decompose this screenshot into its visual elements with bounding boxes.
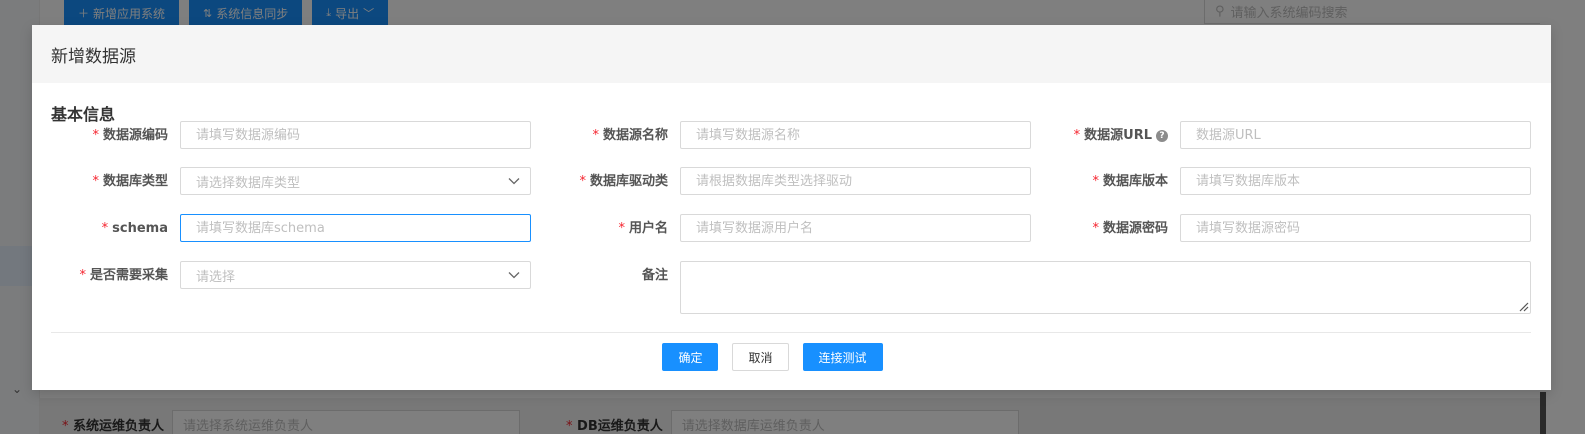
required-mark: * <box>592 128 599 143</box>
required-mark: * <box>1092 221 1099 236</box>
username-label-text: 用户名 <box>628 221 668 236</box>
url-input[interactable] <box>1180 121 1531 149</box>
schema-label: * schema <box>72 214 168 244</box>
required-mark: * <box>92 174 99 189</box>
modal-footer: 确定 取消 连接测试 <box>32 343 1551 371</box>
db-type-label: * 数据库类型 <box>72 167 168 197</box>
chevron-down-icon <box>508 178 520 185</box>
db-version-input[interactable] <box>1180 167 1531 195</box>
url-label-text: 数据源URL <box>1084 128 1152 143</box>
required-mark: * <box>101 221 109 236</box>
required-mark: * <box>1092 174 1099 189</box>
required-mark: * <box>579 174 586 189</box>
password-label: * 数据源密码 <box>1062 214 1168 244</box>
db-version-label: * 数据库版本 <box>1062 167 1168 197</box>
form-row-4: * 是否需要采集 请选择 备注 <box>32 261 1551 315</box>
required-mark: * <box>1073 128 1081 143</box>
db-type-label-text: 数据库类型 <box>102 174 168 189</box>
db-version-label-text: 数据库版本 <box>1102 174 1168 189</box>
name-input[interactable] <box>680 121 1031 149</box>
collect-select[interactable]: 请选择 <box>180 261 531 289</box>
remark-label-text: 备注 <box>641 268 668 283</box>
required-mark: * <box>79 268 86 283</box>
required-mark: * <box>618 221 625 236</box>
question-circle-icon[interactable]: ? <box>1156 130 1168 142</box>
modal-title: 新增数据源 <box>51 46 136 67</box>
username-label: * 用户名 <box>572 214 668 244</box>
cancel-button[interactable]: 取消 <box>732 343 789 371</box>
schema-input[interactable] <box>180 214 531 242</box>
resize-handle-icon[interactable] <box>1517 300 1529 312</box>
collect-label: * 是否需要采集 <box>62 261 168 291</box>
form-row-1: *数据源编码 *数据源名称 *数据源URL? <box>32 121 1551 151</box>
required-mark: * <box>92 128 99 143</box>
code-input[interactable] <box>180 121 531 149</box>
remark-textarea[interactable] <box>680 261 1531 314</box>
name-label-text: 数据源名称 <box>602 128 668 143</box>
confirm-button[interactable]: 确定 <box>662 343 719 371</box>
name-label: * 数据源名称 <box>572 121 668 151</box>
code-label-text: 数据源编码 <box>102 128 168 143</box>
url-label: * 数据源URL? <box>1062 121 1168 151</box>
db-type-select[interactable]: 请选择数据库类型 <box>180 167 531 195</box>
collect-label-text: 是否需要采集 <box>89 268 168 283</box>
add-datasource-modal: 新增数据源 基本信息 *数据源编码 *数据源名称 *数据源URL? *数据库类型… <box>32 25 1551 390</box>
password-input[interactable] <box>1180 214 1531 242</box>
driver-label-text: 数据库驱动类 <box>589 174 668 189</box>
password-label-text: 数据源密码 <box>1102 221 1168 236</box>
form-row-2: *数据库类型 请选择数据库类型 *数据库驱动类 *数据库版本 <box>32 167 1551 197</box>
chevron-down-icon <box>508 272 520 279</box>
modal-header: 新增数据源 <box>32 25 1551 83</box>
driver-input[interactable] <box>680 167 1031 195</box>
collect-placeholder: 请选择 <box>196 269 236 285</box>
schema-label-text: schema <box>112 221 168 236</box>
driver-label: * 数据库驱动类 <box>562 167 668 197</box>
form-row-3: *schema *用户名 *数据源密码 <box>32 214 1551 244</box>
test-connection-button[interactable]: 连接测试 <box>802 343 883 371</box>
db-type-placeholder: 请选择数据库类型 <box>196 175 301 191</box>
code-label: * 数据源编码 <box>72 121 168 151</box>
username-input[interactable] <box>680 214 1031 242</box>
remark-label: 备注 <box>572 261 668 291</box>
footer-divider <box>51 332 1531 333</box>
